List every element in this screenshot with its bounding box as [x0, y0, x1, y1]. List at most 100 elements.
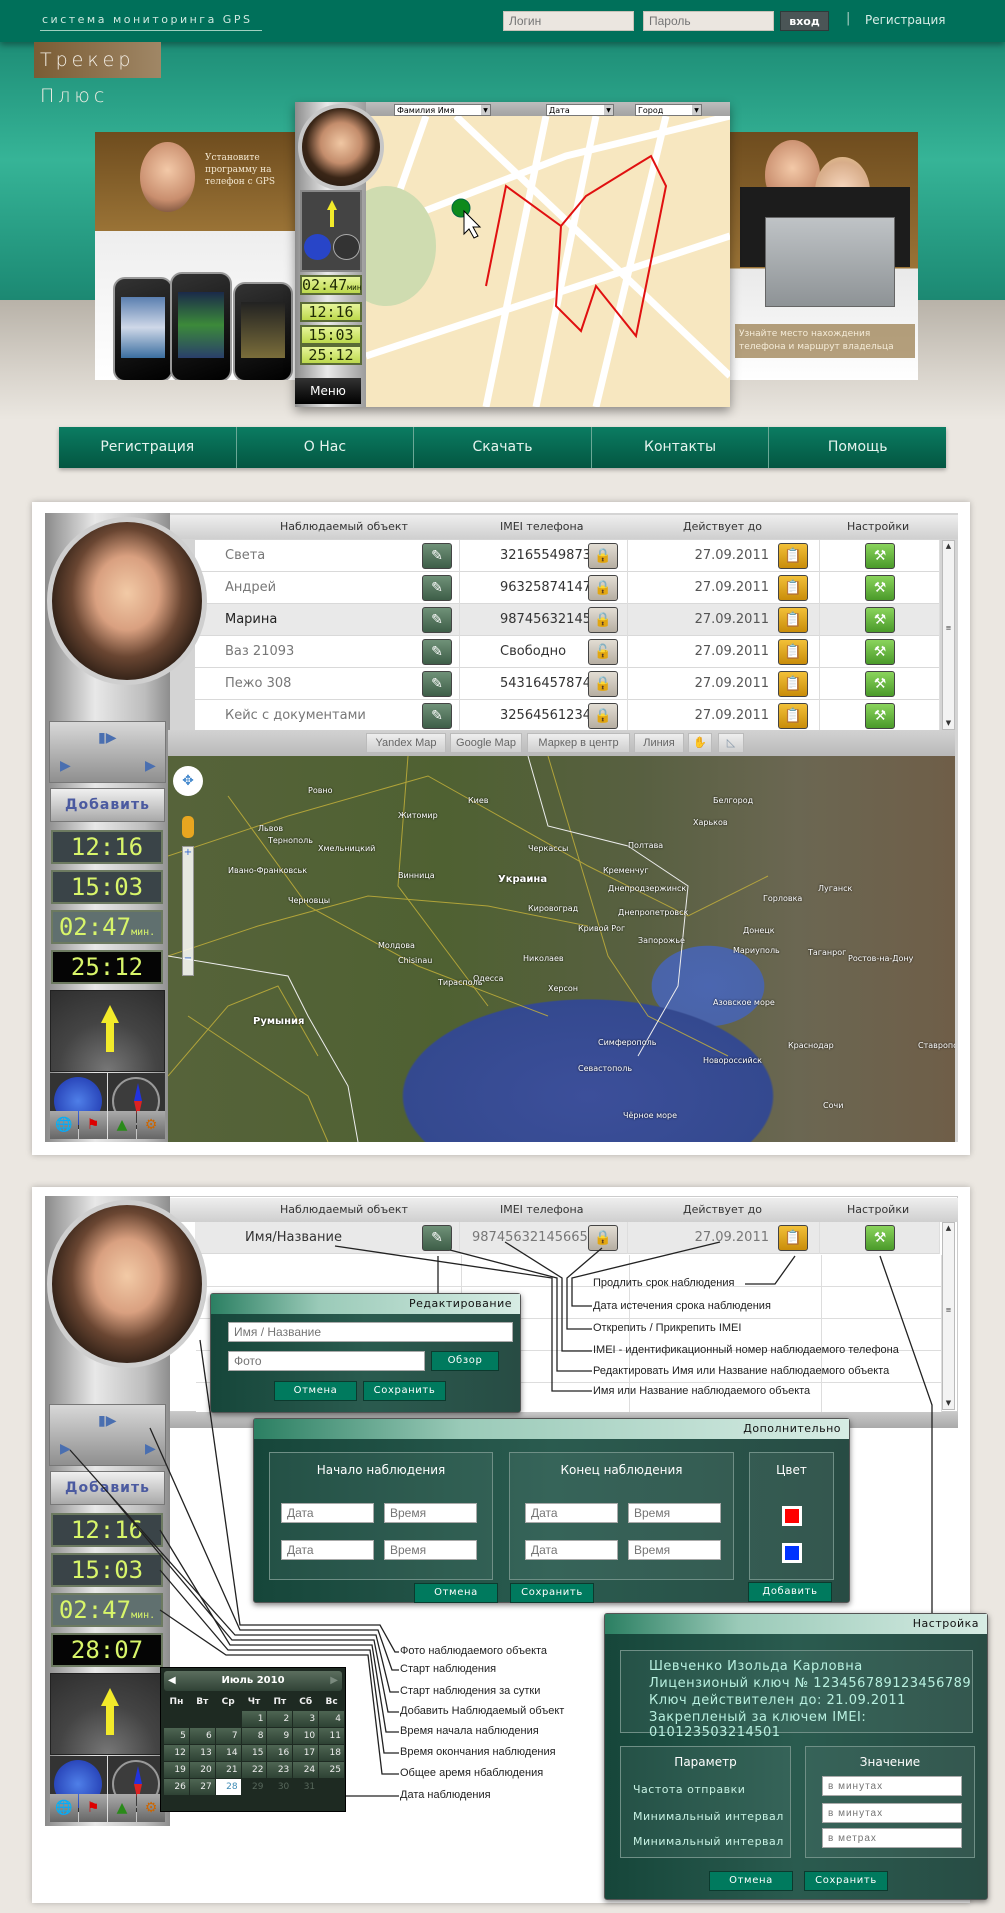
menu-button[interactable]: Меню [295, 378, 361, 404]
login-input[interactable] [503, 11, 634, 31]
start-date-input[interactable] [281, 1503, 374, 1523]
zoom-out-icon[interactable]: − [183, 953, 193, 964]
nav-item-contacts[interactable]: Контакты [592, 427, 770, 468]
edit-icon[interactable]: ✎ [422, 639, 452, 665]
zoom-slider[interactable]: + − [182, 846, 194, 976]
calendar-day[interactable]: 23 [267, 1762, 293, 1778]
settings-tools-icon[interactable]: ⚒ [865, 575, 895, 601]
password-input[interactable] [643, 11, 774, 31]
yandex-map-button[interactable]: Yandex Map [366, 733, 446, 753]
satellite-map[interactable]: Киев Житомир Ровно Львов Тернополь Хмельницки… [168, 756, 955, 1142]
cancel-button[interactable]: Отмена [709, 1871, 793, 1891]
tracked-object-photo[interactable] [47, 1200, 207, 1368]
cancel-button[interactable]: Отмена [414, 1583, 498, 1603]
pan-control-icon[interactable]: ✥ [173, 766, 203, 796]
login-button[interactable]: вход [780, 11, 829, 31]
clipboard-icon[interactable]: 📋 [778, 703, 808, 729]
calendar-day[interactable]: 22 [241, 1762, 267, 1778]
end-date-input-2[interactable] [525, 1540, 618, 1560]
nav-item-help[interactable]: Помощь [769, 427, 946, 468]
add-object-button[interactable]: Добавить [50, 1471, 165, 1505]
edit-icon[interactable]: ✎ [422, 671, 452, 697]
calendar-day[interactable]: 14 [215, 1745, 241, 1761]
calendar-day[interactable]: 1 [241, 1711, 267, 1727]
street-view-pegman-icon[interactable] [182, 816, 194, 838]
end-time-input[interactable] [628, 1503, 721, 1523]
gears-icon[interactable]: ⚙ [137, 1111, 165, 1139]
polygon-icon[interactable]: ◺ [718, 733, 744, 753]
flag-icon[interactable]: ⚑ [79, 1794, 107, 1822]
end-date-input[interactable] [525, 1503, 618, 1523]
edit-icon[interactable]: ✎ [422, 543, 452, 569]
settings-tools-icon[interactable]: ⚒ [865, 1225, 895, 1251]
lock-icon[interactable]: 🔒 [588, 671, 618, 697]
calendar-day[interactable]: 31 [293, 1779, 318, 1795]
start-time-input[interactable] [384, 1503, 477, 1523]
zoom-in-icon[interactable]: + [183, 847, 193, 858]
calendar-day[interactable]: 10 [293, 1728, 319, 1744]
calendar-day[interactable]: 5 [164, 1728, 189, 1744]
globe-icon[interactable]: 🌐 [50, 1794, 78, 1822]
brand-logo[interactable]: Трекер Плюс [34, 42, 161, 107]
calendar-day[interactable]: 26 [164, 1779, 189, 1795]
edit-icon[interactable]: ✎ [422, 575, 452, 601]
start-icon[interactable]: ▶ [60, 758, 71, 774]
line-button[interactable]: Линия [634, 733, 684, 753]
edit-icon[interactable]: ✎ [422, 607, 452, 633]
table-row[interactable]: Кейс с документами ✎ 325645612345 🔒 27.09.20… [195, 700, 940, 730]
calendar-day[interactable]: 29 [242, 1779, 267, 1795]
calendar-day[interactable]: 15 [241, 1745, 267, 1761]
lock-icon[interactable]: 🔒 [588, 703, 618, 729]
color-swatch-red[interactable] [782, 1506, 802, 1526]
nav-item-registration[interactable]: Регистрация [59, 427, 237, 468]
clipboard-icon[interactable]: 📋 [778, 607, 808, 633]
end-time-input-2[interactable] [628, 1540, 721, 1560]
calendar-day[interactable]: 4 [319, 1711, 344, 1727]
start-time-input-2[interactable] [384, 1540, 477, 1560]
name-input[interactable] [228, 1322, 513, 1342]
clipboard-icon[interactable]: 📋 [778, 639, 808, 665]
color-swatch-blue[interactable] [782, 1543, 802, 1563]
calendar-day[interactable]: 30 [267, 1779, 292, 1795]
street-map[interactable] [366, 116, 730, 407]
calendar-day[interactable]: 17 [293, 1745, 319, 1761]
flag-icon[interactable]: ⚑ [79, 1111, 107, 1139]
clipboard-icon[interactable]: 📋 [778, 575, 808, 601]
calendar-day[interactable]: 3 [293, 1711, 319, 1727]
start-day-icon[interactable]: ▮▶ [98, 1413, 116, 1429]
save-button[interactable]: Сохранить [510, 1583, 594, 1603]
calendar-day[interactable]: 2 [267, 1711, 293, 1727]
date-select[interactable]: Дата ▼ [546, 104, 614, 116]
cancel-button[interactable]: Отмена [274, 1381, 357, 1401]
calendar-day[interactable]: 6 [189, 1728, 215, 1744]
globe-icon[interactable]: 🌐 [50, 1111, 78, 1139]
edit-icon[interactable]: ✎ [422, 703, 452, 729]
lock-icon[interactable]: 🔒 [588, 543, 618, 569]
center-marker-button[interactable]: Маркер в центр [527, 733, 630, 753]
arrow-up-icon[interactable]: ▲ [108, 1794, 136, 1822]
calendar-day[interactable]: 25 [319, 1762, 344, 1778]
play-icon[interactable]: ▶ [145, 1441, 156, 1457]
send-frequency-input[interactable] [822, 1776, 962, 1796]
start-icon[interactable]: ▶ [60, 1441, 71, 1457]
browse-button[interactable]: Обзор [431, 1351, 499, 1371]
right-ad-banner[interactable]: Узнайте место нахождения телефона и марш… [730, 132, 918, 380]
table-row[interactable]: Света ✎ 321655498732 🔒 27.09.2011 📋 ⚒ [195, 540, 940, 572]
table-row[interactable]: Имя/Название ✎ 987456321456654 🔒 27.09.2… [195, 1222, 940, 1254]
clipboard-icon[interactable]: 📋 [778, 1225, 808, 1251]
calendar-day[interactable]: 21 [215, 1762, 241, 1778]
save-button[interactable]: Сохранить [804, 1871, 888, 1891]
scroll-down-icon[interactable]: ▼ [943, 1398, 954, 1409]
left-ad-banner[interactable]: Установите программу на телефон с GPS [95, 132, 295, 380]
settings-tools-icon[interactable]: ⚒ [865, 671, 895, 697]
prev-month-icon[interactable]: ◀ [168, 1671, 176, 1691]
table-row[interactable]: Ваз 21093 ✎ Свободно 🔓 27.09.2011 📋 ⚒ [195, 636, 940, 668]
lock-icon[interactable]: 🔒 [588, 1225, 618, 1251]
calendar-day[interactable]: 19 [164, 1762, 189, 1778]
start-date-input-2[interactable] [281, 1540, 374, 1560]
clipboard-icon[interactable]: 📋 [778, 543, 808, 569]
lock-icon[interactable]: 🔒 [588, 575, 618, 601]
start-day-icon[interactable]: ▮▶ [98, 730, 116, 746]
register-link[interactable]: Регистрация [865, 13, 945, 27]
min-interval-minutes-input[interactable] [822, 1803, 962, 1823]
